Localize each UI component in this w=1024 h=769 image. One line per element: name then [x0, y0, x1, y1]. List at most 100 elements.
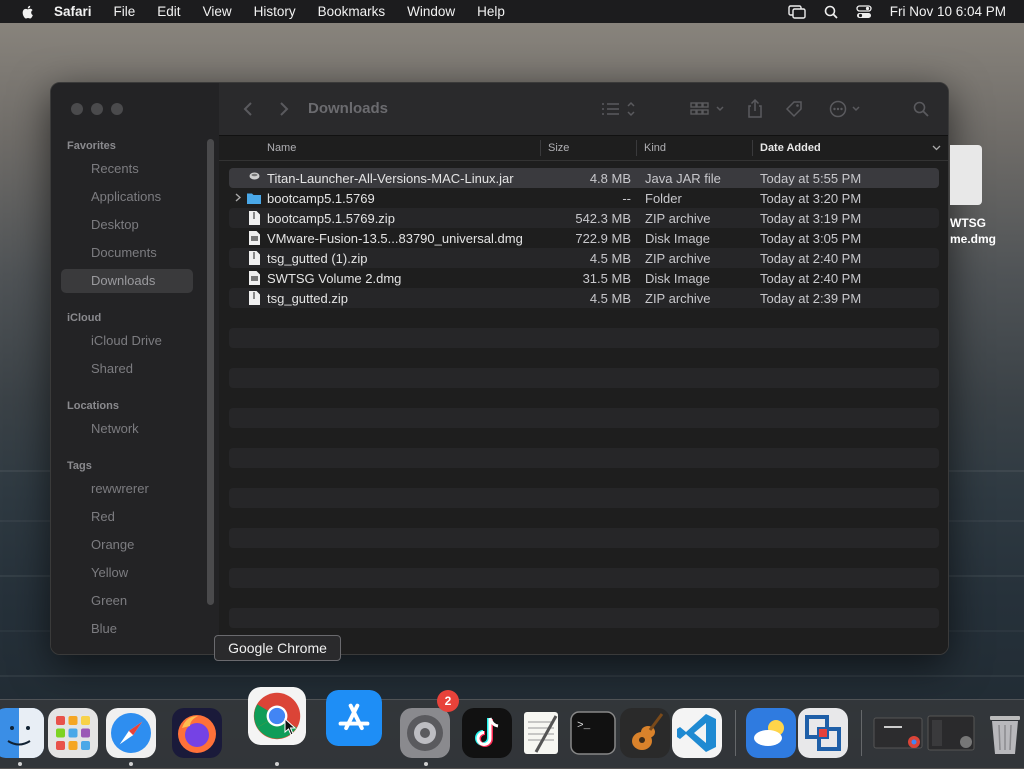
group-by-icon[interactable]: [690, 101, 726, 117]
sidebar-tag-green[interactable]: Green: [61, 589, 193, 613]
sidebar-scrollbar[interactable]: [207, 139, 214, 605]
file-row[interactable]: bootcamp5.1.5769.zip 542.3 MB ZIP archiv…: [229, 208, 939, 228]
file-row[interactable]: bootcamp5.1.5769 -- Folder Today at 3:20…: [229, 188, 939, 208]
sidebar-tag-orange[interactable]: Orange: [61, 533, 193, 557]
file-kind: ZIP archive: [645, 291, 711, 306]
column-kind[interactable]: Kind: [644, 142, 666, 154]
empty-row: [229, 488, 939, 508]
system-settings-icon[interactable]: [400, 708, 450, 758]
file-kind: ZIP archive: [645, 251, 711, 266]
empty-row: [229, 548, 939, 568]
textedit-icon[interactable]: [516, 708, 566, 758]
vscode-icon[interactable]: [672, 708, 722, 758]
sidebar-item-downloads[interactable]: Downloads: [61, 269, 193, 293]
sidebar-header-icloud: iCloud: [67, 312, 102, 324]
sidebar-item-recents[interactable]: Recents: [61, 157, 193, 181]
file-row[interactable]: VMware-Fusion-13.5...83790_universal.dmg…: [229, 228, 939, 248]
safari-icon[interactable]: [106, 708, 156, 758]
file-size: 31.5 MB: [582, 271, 631, 286]
menu-file[interactable]: File: [114, 4, 136, 19]
chrome-icon[interactable]: [248, 687, 306, 745]
more-actions-icon[interactable]: [829, 100, 863, 118]
disk-image-icon: [249, 231, 260, 245]
file-size: 542.3 MB: [575, 211, 631, 226]
trash-icon[interactable]: [980, 708, 1024, 758]
zoom-button[interactable]: [111, 103, 123, 115]
file-row[interactable]: tsg_gutted.zip 4.5 MB ZIP archive Today …: [229, 288, 939, 308]
minimized-chrome-window-icon[interactable]: [872, 708, 924, 758]
tiktok-icon[interactable]: [462, 708, 512, 758]
launchpad-icon[interactable]: [48, 708, 98, 758]
disclosure-chevron-icon[interactable]: [235, 193, 241, 202]
back-chevron-icon[interactable]: [243, 101, 253, 117]
control-center-icon[interactable]: [856, 4, 872, 19]
sidebar-item-icloud-drive[interactable]: iCloud Drive: [61, 329, 193, 353]
file-date: Today at 3:19 PM: [760, 211, 862, 226]
menu-history[interactable]: History: [254, 4, 296, 19]
vmware-fusion-icon[interactable]: [798, 708, 848, 758]
sidebar-item-shared[interactable]: Shared: [61, 357, 193, 381]
dock-tooltip: Google Chrome: [214, 635, 341, 661]
sort-chevron-down-icon[interactable]: [932, 145, 941, 151]
finder-icon[interactable]: [0, 708, 44, 758]
forward-chevron-icon[interactable]: [279, 101, 289, 117]
spotlight-search-icon[interactable]: [824, 5, 838, 19]
file-rows: Titan-Launcher-All-Versions-MAC-Linux.ja…: [229, 168, 939, 648]
menu-window[interactable]: Window: [407, 4, 455, 19]
search-icon[interactable]: [913, 101, 929, 117]
mouse-cursor-icon: [284, 718, 296, 736]
file-size: --: [622, 191, 631, 206]
finder-sidebar: Favorites Recents Applications Desktop D…: [51, 83, 220, 654]
menu-bookmarks[interactable]: Bookmarks: [318, 4, 386, 19]
column-header: Name Size Kind Date Added: [219, 136, 948, 161]
desktop-file[interactable]: WTSG me.dmg: [950, 145, 1024, 255]
svg-text:>_: >_: [577, 720, 591, 732]
window-title: Downloads: [308, 100, 389, 117]
file-row[interactable]: tsg_gutted (1).zip 4.5 MB ZIP archive To…: [229, 248, 939, 268]
sidebar-item-network[interactable]: Network: [61, 417, 193, 441]
sidebar-tag-yellow[interactable]: Yellow: [61, 561, 193, 585]
minimized-settings-window-icon[interactable]: [926, 708, 976, 758]
empty-row: [229, 468, 939, 488]
empty-row: [229, 588, 939, 608]
sidebar-item-applications[interactable]: Applications: [61, 185, 193, 209]
menu-edit[interactable]: Edit: [157, 4, 180, 19]
share-icon[interactable]: [747, 99, 763, 119]
firefox-icon[interactable]: [172, 708, 222, 758]
zip-file-icon: [249, 251, 260, 265]
screen-mirroring-icon[interactable]: [788, 4, 806, 19]
file-date: Today at 2:40 PM: [760, 251, 862, 266]
menu-view[interactable]: View: [203, 4, 232, 19]
file-row[interactable]: Titan-Launcher-All-Versions-MAC-Linux.ja…: [229, 168, 939, 188]
close-button[interactable]: [71, 103, 83, 115]
file-kind: Disk Image: [645, 271, 711, 286]
file-kind: ZIP archive: [645, 211, 711, 226]
zip-file-icon: [249, 211, 260, 225]
terminal-icon[interactable]: >_: [568, 708, 618, 758]
list-view-icon[interactable]: [601, 101, 639, 117]
menu-app-name[interactable]: Safari: [54, 4, 92, 19]
sidebar-tag-rewwrerer[interactable]: rewwrerer: [61, 477, 193, 501]
column-size[interactable]: Size: [548, 142, 569, 154]
file-name: SWTSG Volume 2.dmg: [267, 271, 402, 286]
zip-file-icon: [249, 291, 260, 305]
file-date: Today at 2:40 PM: [760, 271, 862, 286]
tag-icon[interactable]: [785, 100, 805, 118]
file-row[interactable]: SWTSG Volume 2.dmg 31.5 MB Disk Image To…: [229, 268, 939, 288]
menu-clock[interactable]: Fri Nov 10 6:04 PM: [890, 4, 1006, 19]
window-controls: [71, 103, 123, 115]
weather-icon[interactable]: [746, 708, 796, 758]
column-name[interactable]: Name: [267, 142, 296, 154]
apple-icon[interactable]: [20, 4, 36, 20]
app-store-icon[interactable]: [326, 690, 382, 746]
garageband-icon[interactable]: [620, 708, 670, 758]
column-date-added[interactable]: Date Added: [760, 142, 821, 154]
menu-bar: Safari File Edit View History Bookmarks …: [0, 0, 1024, 23]
minimize-button[interactable]: [91, 103, 103, 115]
menu-help[interactable]: Help: [477, 4, 505, 19]
sidebar-item-desktop[interactable]: Desktop: [61, 213, 193, 237]
sidebar-tag-red[interactable]: Red: [61, 505, 193, 529]
sidebar-tag-blue[interactable]: Blue: [61, 617, 193, 641]
empty-row: [229, 368, 939, 388]
sidebar-item-documents[interactable]: Documents: [61, 241, 193, 265]
